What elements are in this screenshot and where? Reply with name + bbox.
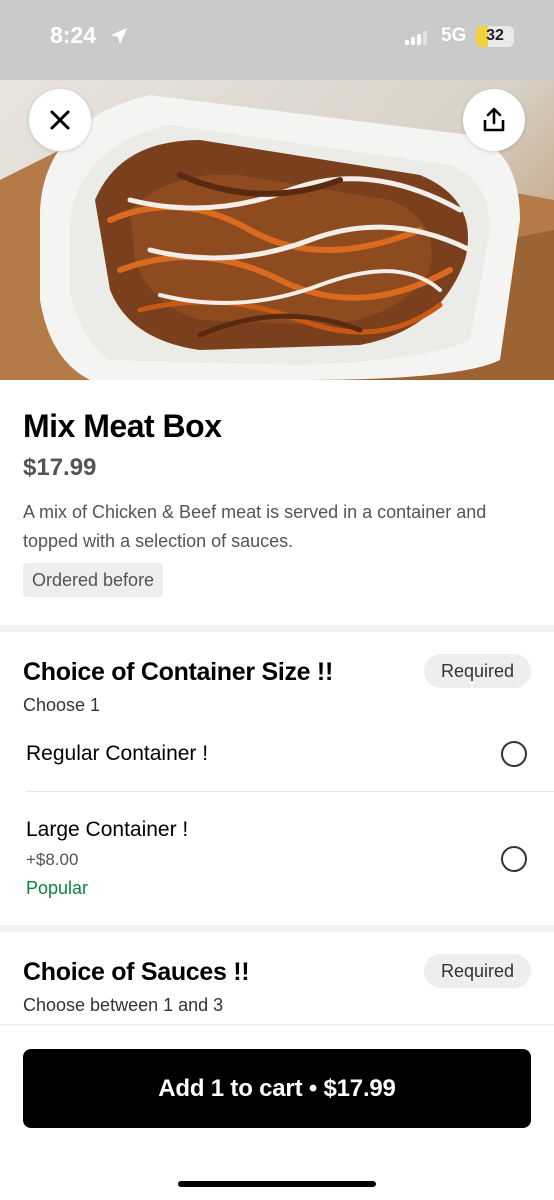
group-title: Choice of Sauces !!	[23, 958, 250, 986]
required-badge: Required	[424, 654, 531, 688]
section-divider	[0, 625, 554, 632]
product-info: Mix Meat Box $17.99 A mix of Chicken & B…	[0, 380, 554, 625]
share-icon	[483, 107, 505, 132]
battery-level: 32	[486, 27, 504, 44]
product-price: $17.99	[23, 454, 97, 481]
radio-button[interactable]	[501, 741, 527, 767]
status-time: 8:24	[50, 22, 97, 48]
option-label: Regular Container !	[26, 742, 209, 765]
group-title: Choice of Container Size !!	[23, 658, 333, 686]
popular-tag: Popular	[26, 878, 89, 898]
home-indicator	[178, 1181, 376, 1187]
close-icon	[50, 110, 70, 130]
add-to-cart-button[interactable]: Add 1 to cart • $17.99	[23, 1049, 531, 1128]
section-divider	[0, 925, 554, 932]
group-subtitle: Choose between 1 and 3	[23, 995, 224, 1015]
ordered-before-badge: Ordered before	[23, 563, 164, 597]
radio-button[interactable]	[501, 846, 527, 872]
share-button[interactable]	[463, 89, 525, 151]
location-arrow-icon	[111, 28, 127, 44]
close-button[interactable]	[29, 89, 91, 151]
option-price: +$8.00	[26, 850, 79, 869]
product-title: Mix Meat Box	[23, 408, 222, 444]
battery-icon: 32	[476, 26, 514, 47]
network-type: 5G	[441, 25, 467, 46]
required-badge: Required	[424, 954, 531, 988]
signal-bars-icon	[405, 30, 427, 45]
option-divider	[26, 791, 554, 792]
option-label: Large Container !	[26, 818, 189, 841]
group-subtitle: Choose 1	[23, 695, 101, 715]
status-bar: 8:24 5G 32	[0, 0, 554, 80]
product-description: A mix of Chicken & Beef meat is served i…	[23, 502, 487, 551]
